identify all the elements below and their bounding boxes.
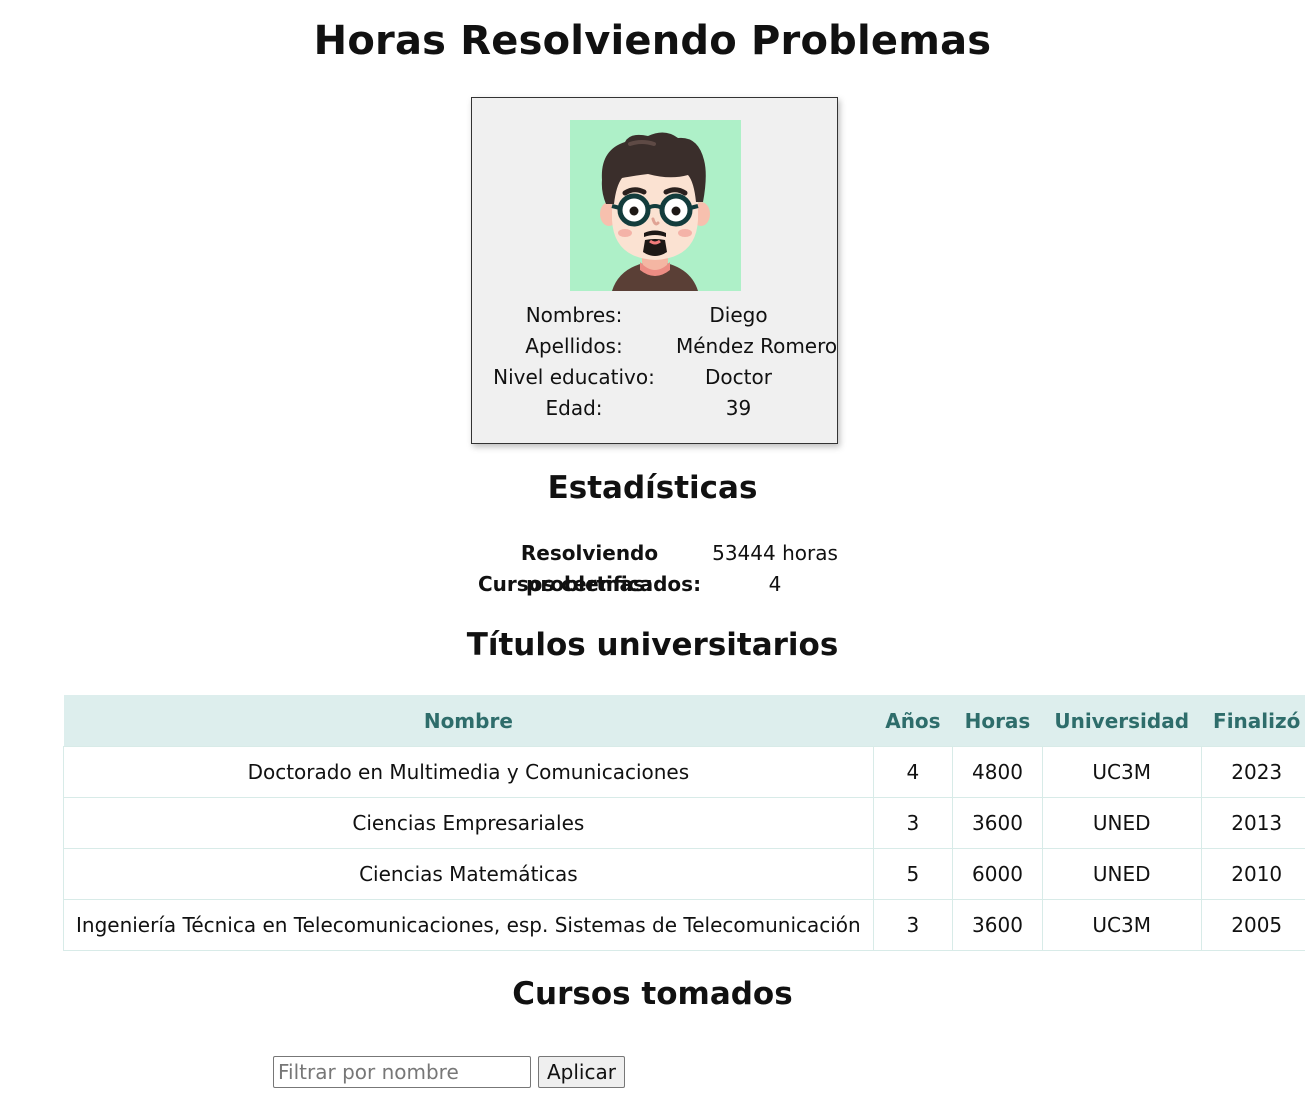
table-row: Ingeniería Técnica en Telecomunicaciones… bbox=[63, 899, 1305, 951]
cell-horas: 4800 bbox=[952, 746, 1043, 798]
table-row: Ciencias Matemáticas 5 6000 UNED 2010 bbox=[63, 848, 1305, 900]
cell-universidad: UNED bbox=[1041, 848, 1202, 900]
cell-finalizo: 2023 bbox=[1200, 746, 1305, 798]
profile-value: Diego bbox=[709, 303, 768, 327]
stat-row-courses: Cursos certificados: 4 bbox=[470, 569, 841, 600]
course-filter: Aplicar bbox=[273, 1056, 625, 1088]
page-title: Horas Resolviendo Problemas bbox=[313, 18, 992, 64]
cell-nombre: Ciencias Matemáticas bbox=[63, 848, 874, 900]
filter-name-input[interactable] bbox=[273, 1056, 531, 1088]
cell-finalizo: 2005 bbox=[1200, 899, 1305, 951]
profile-card: Nombres: Diego Apellidos: Méndez Romero … bbox=[471, 97, 838, 444]
table-row: Ciencias Empresariales 3 3600 UNED 2013 bbox=[63, 797, 1305, 849]
cell-horas: 3600 bbox=[952, 899, 1043, 951]
profile-row-apellidos: Apellidos: Méndez Romero bbox=[472, 331, 837, 362]
column-header-anos: Años bbox=[873, 695, 953, 747]
cell-horas: 3600 bbox=[952, 797, 1043, 849]
column-header-universidad: Universidad bbox=[1042, 695, 1202, 747]
profile-label: Nombres: bbox=[525, 303, 623, 327]
courses-heading: Cursos tomados bbox=[512, 976, 793, 1012]
cartoon-man-with-glasses-avatar-icon bbox=[600, 132, 710, 291]
table-header-row: Nombre Años Horas Universidad Finalizó bbox=[63, 695, 1305, 747]
cell-anos: 3 bbox=[872, 899, 954, 951]
avatar bbox=[570, 120, 741, 291]
column-header-finalizo: Finalizó bbox=[1201, 695, 1305, 747]
stat-row-hours: Resolviendo problemas: 53444 horas bbox=[470, 538, 841, 596]
column-header-nombre: Nombre bbox=[63, 695, 874, 747]
cell-universidad: UC3M bbox=[1041, 899, 1202, 951]
profile-row-nombres: Nombres: Diego bbox=[472, 300, 837, 331]
profile-label: Nivel educativo: bbox=[493, 365, 655, 389]
apply-filter-button[interactable]: Aplicar bbox=[538, 1056, 625, 1088]
cell-nombre: Doctorado en Multimedia y Comunicaciones bbox=[63, 746, 874, 798]
profile-row-edad: Edad: 39 bbox=[472, 393, 837, 424]
profile-details: Nombres: Diego Apellidos: Méndez Romero … bbox=[472, 300, 837, 424]
profile-label: Edad: bbox=[545, 396, 603, 420]
page: Horas Resolviendo Problemas Nombres: Die… bbox=[0, 0, 1305, 1104]
profile-row-nivel-educativo: Nivel educativo: Doctor bbox=[472, 362, 837, 393]
cell-finalizo: 2013 bbox=[1200, 797, 1305, 849]
cell-finalizo: 2010 bbox=[1200, 848, 1305, 900]
stat-value: 4 bbox=[768, 572, 782, 596]
cell-anos: 3 bbox=[872, 797, 954, 849]
cell-nombre: Ciencias Empresariales bbox=[63, 797, 874, 849]
stats-heading: Estadísticas bbox=[547, 470, 758, 506]
stat-label: Cursos certificados: bbox=[477, 572, 702, 596]
profile-value: 39 bbox=[725, 396, 752, 420]
cell-universidad: UC3M bbox=[1041, 746, 1202, 798]
cell-anos: 5 bbox=[872, 848, 954, 900]
stat-value: 53444 horas bbox=[712, 541, 838, 565]
stat-label: Resolviendo problemas: bbox=[520, 541, 659, 596]
profile-label: Apellidos: bbox=[525, 334, 623, 358]
column-header-horas: Horas bbox=[952, 695, 1043, 747]
stats-list: Resolviendo problemas: 53444 horas Curso… bbox=[470, 538, 841, 600]
degrees-heading: Títulos universitarios bbox=[466, 627, 839, 663]
profile-value: Méndez Romero bbox=[676, 334, 838, 358]
cell-universidad: UNED bbox=[1041, 797, 1202, 849]
cell-nombre: Ingeniería Técnica en Telecomunicaciones… bbox=[63, 899, 874, 951]
cell-horas: 6000 bbox=[952, 848, 1043, 900]
profile-value: Doctor bbox=[705, 365, 772, 389]
degrees-table: Nombre Años Horas Universidad Finalizó D… bbox=[63, 695, 1305, 951]
cell-anos: 4 bbox=[872, 746, 954, 798]
table-row: Doctorado en Multimedia y Comunicaciones… bbox=[63, 746, 1305, 798]
